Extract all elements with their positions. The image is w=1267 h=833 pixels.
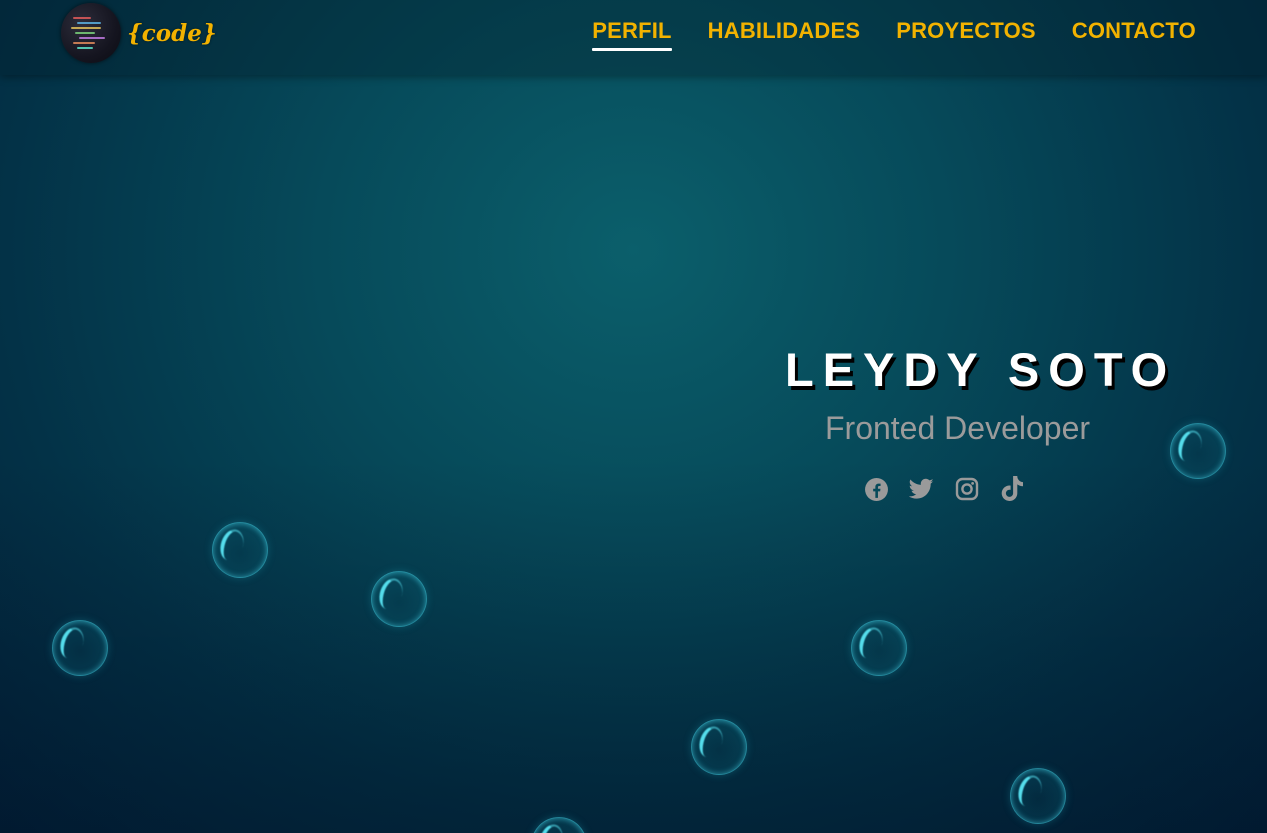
nav-link-perfil[interactable]: PERFIL — [592, 18, 673, 51]
twitter-icon — [909, 478, 934, 499]
hero-name: LEYDY SOTO — [785, 343, 1177, 396]
code-line — [73, 42, 95, 44]
top-navbar: {code} PERFIL HABILIDADES PROYECTOS CONT… — [0, 0, 1267, 75]
twitter-link[interactable] — [909, 474, 934, 504]
code-line — [79, 37, 105, 39]
bubble — [212, 522, 268, 578]
hero-role: Fronted Developer — [824, 410, 1091, 446]
facebook-link[interactable] — [864, 474, 889, 504]
code-line — [73, 17, 91, 19]
code-line — [75, 32, 95, 34]
code-line — [77, 22, 101, 24]
bubble — [52, 620, 108, 676]
bubble — [851, 620, 907, 676]
portfolio-page: {code} PERFIL HABILIDADES PROYECTOS CONT… — [0, 0, 1267, 833]
instagram-icon — [955, 477, 978, 501]
nav-link-proyectos[interactable]: PROYECTOS — [896, 18, 1036, 48]
code-line — [77, 47, 93, 49]
code-editor-avatar-icon — [61, 3, 121, 63]
tiktok-icon — [1001, 476, 1023, 501]
logo-text: {code} — [127, 19, 217, 47]
code-line — [71, 27, 101, 29]
bubble — [1010, 768, 1066, 824]
bubble — [371, 571, 427, 627]
facebook-icon — [865, 477, 888, 501]
bubble — [691, 719, 747, 775]
bubble — [1170, 423, 1226, 479]
instagram-link[interactable] — [954, 474, 979, 504]
nav-link-habilidades[interactable]: HABILIDADES — [708, 18, 861, 48]
bubble — [531, 817, 587, 833]
tiktok-link[interactable] — [999, 474, 1024, 504]
social-links — [864, 474, 1024, 504]
nav-link-contacto[interactable]: CONTACTO — [1072, 18, 1196, 48]
main-nav: PERFIL HABILIDADES PROYECTOS CONTACTO — [592, 18, 1196, 51]
brand-logo[interactable]: {code} — [61, 3, 217, 63]
